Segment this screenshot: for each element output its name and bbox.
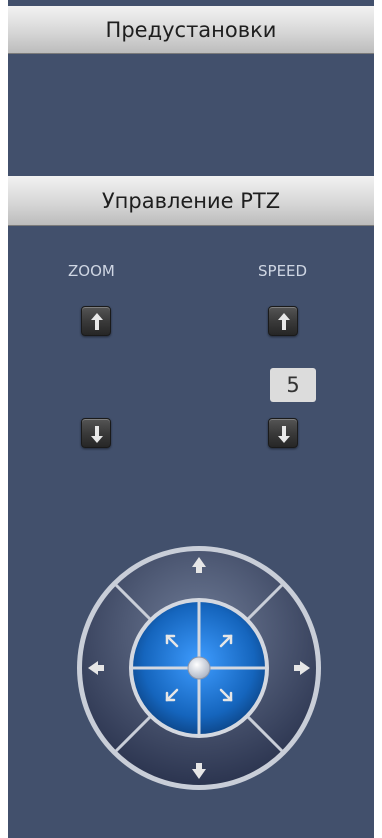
ptz-control-title: Управление PTZ	[101, 188, 281, 213]
zoom-label: ZOOM	[68, 262, 115, 280]
ptz-control-header[interactable]: Управление PTZ	[8, 176, 374, 226]
ptz-panel: Предустановки Управление PTZ ZOOM SPEED …	[8, 0, 374, 838]
presets-header[interactable]: Предустановки	[8, 6, 374, 54]
presets-list[interactable]	[8, 54, 374, 172]
speed-up-button[interactable]	[268, 306, 298, 336]
zoom-in-button[interactable]	[81, 306, 111, 336]
zoom-out-button[interactable]	[81, 418, 111, 448]
speed-down-button[interactable]	[268, 418, 298, 448]
joystick-hub[interactable]	[187, 656, 211, 680]
arrow-up-icon	[278, 313, 290, 330]
arrow-down-icon	[91, 426, 103, 443]
arrow-up-icon	[91, 313, 103, 330]
speed-label: SPEED	[258, 262, 308, 280]
ptz-joystick[interactable]	[74, 543, 324, 793]
speed-value: 5	[270, 368, 316, 402]
arrow-down-icon	[278, 426, 290, 443]
presets-title: Предустановки	[105, 17, 277, 42]
